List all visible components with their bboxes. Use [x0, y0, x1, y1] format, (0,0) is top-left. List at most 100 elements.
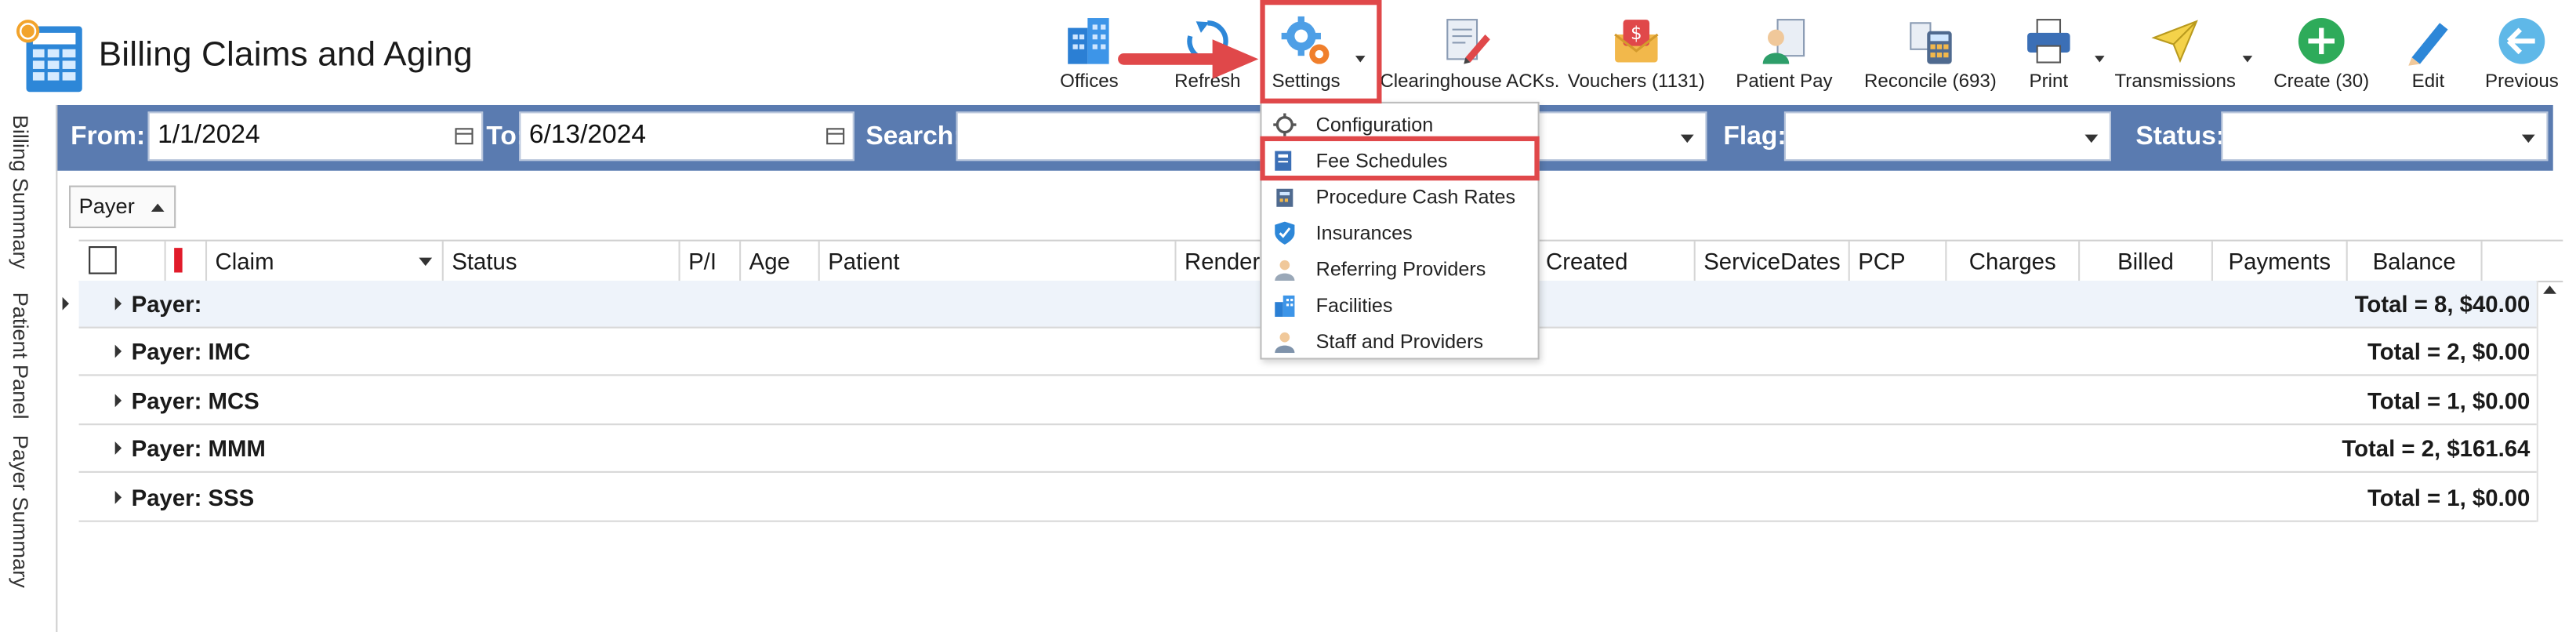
payer-group-label: Payer: — [131, 290, 202, 318]
print-dropdown-caret-icon[interactable] — [2095, 56, 2105, 63]
reconcile-icon — [1910, 22, 1952, 64]
edit-label: Edit — [2411, 72, 2445, 93]
transmissions-button[interactable]: Transmissions — [2110, 10, 2241, 102]
billing-claims-window: Billing Claims and Aging Offices Refresh… — [0, 0, 2576, 632]
to-date-field[interactable]: 6/13/2024 — [519, 111, 854, 162]
create-label: Create (30) — [2273, 72, 2370, 93]
column-header-billed[interactable]: Billed — [2080, 241, 2213, 281]
payer-group-total: Total = 1, $0.00 — [2367, 387, 2531, 414]
flag-marker-icon — [174, 248, 183, 273]
edit-pencil-icon — [2408, 23, 2448, 66]
transmissions-label: Transmissions — [2114, 72, 2236, 93]
to-calendar-icon[interactable] — [826, 128, 845, 145]
from-date-value: 1/1/2024 — [158, 121, 260, 150]
menu-item-label: Procedure Cash Rates — [1315, 185, 1516, 209]
expand-arrow-icon[interactable] — [114, 441, 122, 455]
menu-item-facilities[interactable]: Facilities — [1261, 287, 1534, 323]
expand-arrow-icon[interactable] — [114, 490, 122, 504]
flag-label: Flag: — [1723, 123, 1787, 151]
column-header-charges[interactable]: Charges — [1947, 241, 2081, 281]
payer-group-row[interactable]: Payer: SSS Total = 1, $0.00 — [78, 474, 2537, 522]
menu-item-label: Facilities — [1315, 293, 1393, 318]
expand-arrow-icon[interactable] — [114, 344, 122, 358]
menu-item-label: Staff and Providers — [1315, 329, 1484, 354]
referring-providers-icon — [1275, 260, 1295, 281]
payer-group-row[interactable]: Payer: MMM Total = 2, $161.64 — [78, 425, 2537, 473]
to-date-value: 6/13/2024 — [528, 121, 647, 150]
from-label: From: — [71, 123, 146, 151]
side-tab-patient-panel[interactable]: Patient Panel — [8, 292, 32, 420]
side-tab-payer-summary[interactable]: Payer Summary — [8, 435, 32, 588]
flag-dropdown-caret-icon[interactable] — [2084, 134, 2099, 143]
column-header-age[interactable]: Age — [741, 241, 820, 281]
procedure-cash-rates-icon — [1276, 188, 1293, 207]
status-dropdown-caret-icon[interactable] — [2521, 134, 2535, 143]
clearinghouse-acks-label: Clearinghouse ACKs. — [1380, 72, 1560, 93]
transmissions-icon — [2151, 20, 2198, 64]
claim-filter-caret-icon[interactable] — [419, 257, 433, 267]
payer-group-total: Total = 8, $40.00 — [2354, 290, 2531, 318]
clearinghouse-acks-icon — [1446, 19, 1490, 64]
insurances-shield-icon — [1275, 221, 1295, 245]
patient-pay-label: Patient Pay — [1736, 72, 1833, 93]
menu-item-label: Insurances — [1315, 221, 1413, 245]
from-calendar-icon[interactable] — [455, 128, 473, 145]
sort-ascending-icon[interactable] — [151, 203, 165, 212]
print-label: Print — [2029, 72, 2069, 93]
payer-group-label: Payer: MMM — [131, 434, 266, 462]
flag-dropdown[interactable] — [1783, 111, 2111, 162]
side-tab-billing-summary[interactable]: Billing Summary — [8, 115, 32, 270]
payer-group-row[interactable]: Payer: MCS Total = 1, $0.00 — [78, 378, 2537, 426]
status-dropdown[interactable] — [2221, 111, 2549, 162]
print-button[interactable]: Print — [2011, 10, 2086, 102]
payer-group-total: Total = 1, $0.00 — [2367, 484, 2531, 511]
flag-column-header[interactable] — [166, 241, 208, 281]
menu-item-referring-providers[interactable]: Referring Providers — [1261, 251, 1534, 287]
menu-item-procedure-cash-rates[interactable]: Procedure Cash Rates — [1261, 179, 1534, 215]
from-date-field[interactable]: 1/1/2024 — [147, 111, 484, 162]
column-header-balance[interactable]: Balance — [2348, 241, 2483, 281]
column-header-status[interactable]: Status — [444, 241, 680, 281]
clearinghouse-acks-button[interactable]: Clearinghouse ACKs. — [1380, 10, 1560, 102]
expand-arrow-icon[interactable] — [114, 296, 122, 311]
vouchers-icon: $ — [1614, 20, 1659, 63]
scroll-up-arrow-icon[interactable] — [2543, 285, 2556, 294]
group-by-payer-chip[interactable]: Payer — [69, 185, 176, 228]
expand-arrow-icon[interactable] — [114, 394, 122, 408]
column-header-patient[interactable]: Patient — [820, 241, 1177, 281]
select-all-checkbox[interactable] — [89, 246, 117, 274]
menu-item-insurances[interactable]: Insurances — [1261, 215, 1534, 251]
grid-vertical-scrollbar[interactable] — [2536, 280, 2561, 522]
edit-button[interactable]: Edit — [2389, 10, 2468, 102]
menu-item-staff-and-providers[interactable]: Staff and Providers — [1261, 323, 1534, 359]
patient-pay-button[interactable]: Patient Pay — [1729, 10, 1841, 102]
patient-pay-icon — [1762, 19, 1805, 64]
payer-group-label: Payer: MCS — [131, 387, 259, 414]
status-label: Status: — [2135, 123, 2226, 151]
group-chip-label: Payer — [78, 194, 135, 219]
search-dropdown-caret-icon[interactable] — [1680, 134, 1694, 143]
column-header-created[interactable]: Created — [1538, 241, 1696, 281]
transmissions-dropdown-caret-icon[interactable] — [2242, 56, 2253, 63]
annotation-arrow-icon — [1118, 39, 1259, 79]
payer-group-label: Payer: IMC — [131, 338, 251, 365]
previous-button[interactable]: Previous — [2477, 10, 2566, 102]
payer-group-total: Total = 2, $0.00 — [2367, 338, 2531, 365]
column-header-pcp[interactable]: PCP — [1850, 241, 1947, 281]
svg-text:$: $ — [1631, 24, 1642, 44]
create-plus-icon — [2298, 18, 2345, 64]
column-header-payments[interactable]: Payments — [2213, 241, 2348, 281]
create-button[interactable]: Create (30) — [2270, 10, 2372, 102]
column-header-pi[interactable]: P/I — [680, 241, 742, 281]
reconcile-button[interactable]: Reconcile (693) — [1859, 10, 2001, 102]
column-header-claim[interactable]: Claim — [207, 241, 444, 281]
page-title: Billing Claims and Aging — [98, 36, 473, 74]
fee-schedules-highlight-box — [1260, 136, 1540, 181]
payer-group-label: Payer: SSS — [131, 484, 255, 511]
previous-arrow-icon — [2498, 18, 2545, 64]
column-header-service-dates[interactable]: ServiceDates — [1696, 241, 1850, 281]
billing-app-logo-icon — [16, 20, 82, 93]
vouchers-button[interactable]: $ Vouchers (1131) — [1564, 10, 1708, 102]
reconcile-label: Reconcile (693) — [1864, 72, 1997, 93]
claim-header-label: Claim — [215, 248, 274, 274]
